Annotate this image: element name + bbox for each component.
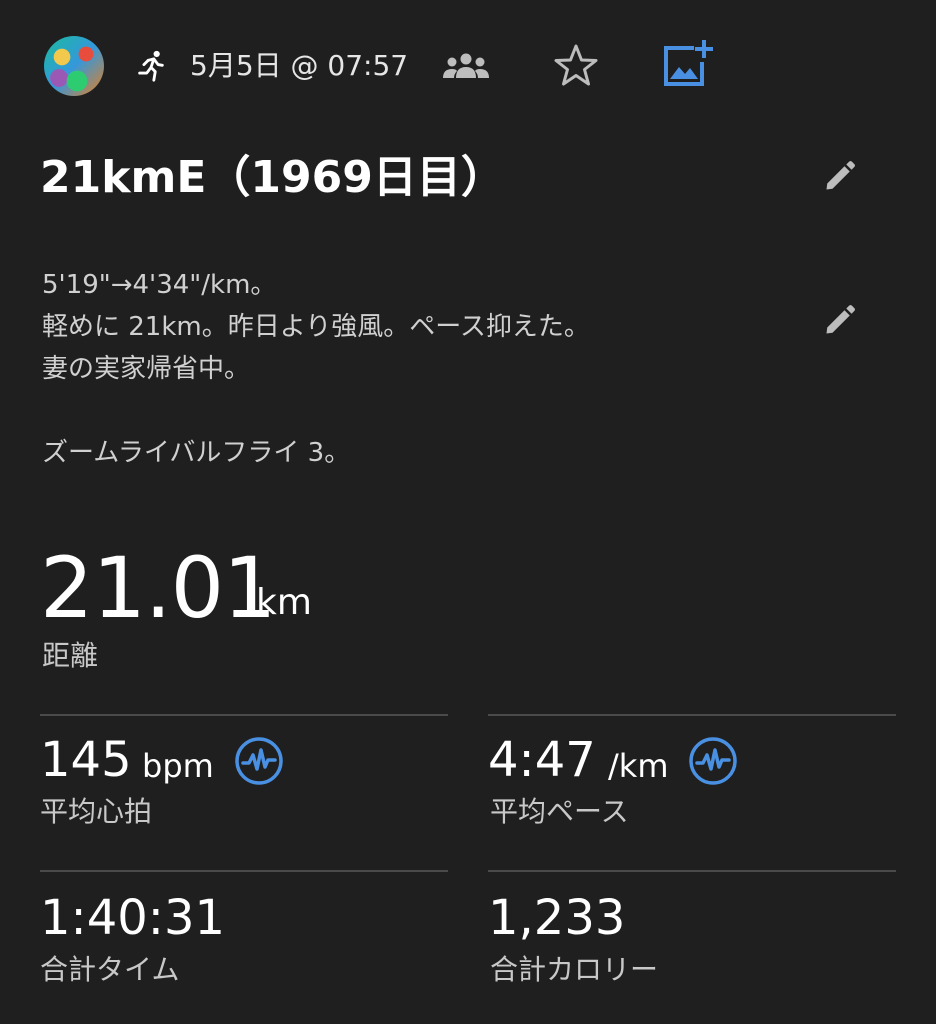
- avg-pace-unit: /km: [608, 747, 669, 785]
- avg-pace-label: 平均ペース: [490, 795, 629, 828]
- divider: [40, 870, 448, 872]
- total-calories-value: 1,233: [488, 890, 626, 946]
- divider: [488, 870, 896, 872]
- distance-value: 21.01: [40, 539, 276, 637]
- notes-line: ズームライバルフライ 3。: [42, 438, 351, 468]
- divider: [488, 714, 896, 716]
- notes-line: 5'19"→4'34"/km。: [42, 270, 277, 300]
- distance-label: 距離: [42, 639, 99, 672]
- avg-heart-rate-value: 145: [40, 732, 132, 788]
- avg-heart-rate-label: 平均心拍: [40, 795, 153, 828]
- notes-line: 軽めに 21km。昨日より強風。ペース抑えた。: [42, 312, 590, 342]
- add-photo-icon[interactable]: [660, 38, 716, 90]
- activity-date-time: 5月5日 @ 07:57: [190, 49, 409, 82]
- pace-chart-icon[interactable]: [688, 736, 738, 786]
- activity-notes[interactable]: 5'19"→4'34"/km。 軽めに 21km。昨日より強風。ペース抑えた。 …: [42, 264, 802, 474]
- avg-heart-rate-unit: bpm: [142, 747, 214, 785]
- avg-pace-value: 4:47: [488, 732, 596, 788]
- heart-rate-chart-icon[interactable]: [234, 736, 284, 786]
- total-calories-label: 合計カロリー: [490, 953, 659, 986]
- distance-unit: km: [256, 582, 312, 623]
- edit-title-icon[interactable]: [822, 158, 858, 194]
- total-time-value: 1:40:31: [40, 890, 226, 946]
- activity-title[interactable]: 21kmE（1969日目）: [40, 146, 505, 210]
- running-icon: [138, 50, 164, 82]
- divider: [40, 714, 448, 716]
- total-time-label: 合計タイム: [40, 953, 180, 986]
- avatar[interactable]: [44, 36, 104, 96]
- edit-notes-icon[interactable]: [822, 302, 858, 338]
- group-icon[interactable]: [440, 50, 492, 82]
- notes-line: 妻の実家帰省中。: [42, 354, 251, 384]
- notes-line: [42, 390, 802, 432]
- star-icon[interactable]: [550, 42, 602, 90]
